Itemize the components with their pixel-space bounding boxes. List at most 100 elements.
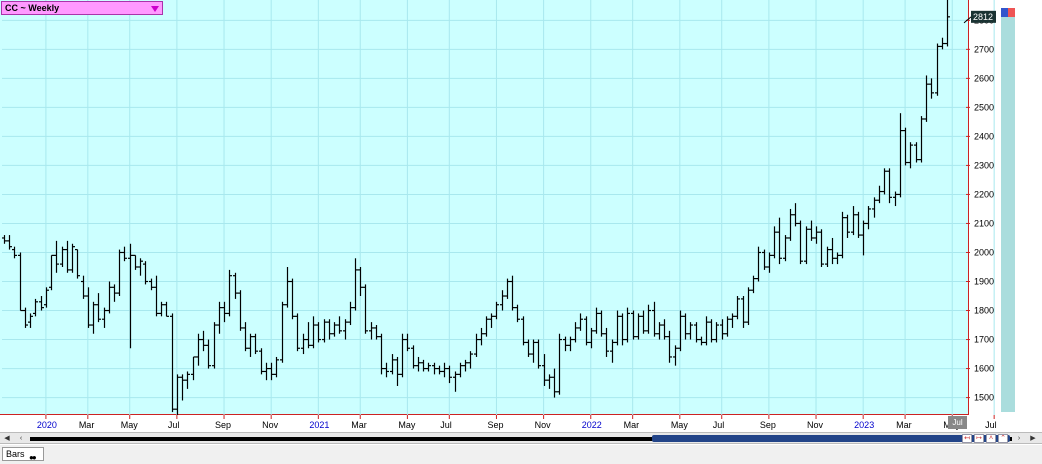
zoom-out-icon[interactable]: ↤ [962, 434, 972, 443]
ohlc-bar [107, 281, 112, 314]
ohlc-bar [636, 313, 641, 340]
ohlc-bar [86, 287, 91, 328]
ohlc-bar [49, 254, 54, 291]
x-tick-label: 2022 [582, 420, 602, 430]
chevron-down-icon[interactable] [151, 6, 159, 12]
scroll-top-icon[interactable]: ⌃ [998, 434, 1008, 443]
ohlc-bar [442, 362, 447, 378]
ohlc-bar [337, 316, 342, 334]
x-tick-label: Jul [985, 420, 997, 430]
ohlc-bar [2, 235, 7, 244]
y-tick-label: 1800 [974, 306, 994, 316]
x-tick-label: 2023 [854, 420, 874, 430]
ohlc-bar [720, 319, 725, 340]
tab-bars[interactable]: Bars ●● [2, 447, 44, 462]
ohlc-bar [489, 313, 494, 328]
ohlc-bar [458, 362, 463, 378]
ohlc-bar [825, 246, 830, 267]
ohlc-bar [343, 319, 348, 340]
ohlc-bar [662, 319, 667, 340]
ohlc-bar [301, 333, 306, 355]
scroll-forward-icon[interactable]: › [1014, 434, 1024, 443]
scroll-thumb[interactable] [652, 435, 1010, 442]
ohlc-bar [819, 229, 824, 267]
ohlc-bar [159, 301, 164, 317]
ohlc-bar [746, 287, 751, 326]
ohlc-bar [374, 325, 379, 340]
symbol-title-dropdown[interactable]: CC ~ Weekly [1, 1, 163, 15]
ohlc-bar [405, 333, 410, 352]
ohlc-bar [589, 327, 594, 349]
x-tick-label: 2021 [309, 420, 329, 430]
ohlc-bar [557, 333, 562, 395]
ohlc-bar [348, 301, 353, 326]
ohlc-bar [332, 322, 337, 337]
ohlc-bar [39, 296, 44, 311]
x-tick-label: Nov [262, 420, 279, 430]
y-tick-label: 2300 [974, 160, 994, 170]
scroll-up-icon[interactable]: ˄ [986, 434, 996, 443]
ohlc-bar [384, 362, 389, 378]
ohlc-bar [468, 351, 473, 369]
ohlc-bar [60, 246, 65, 267]
ohlc-bar [416, 356, 421, 372]
ohlc-bar [295, 313, 300, 352]
ohlc-bar [484, 316, 489, 337]
ohlc-bar [285, 266, 290, 308]
x-tick-label: Sep [215, 420, 231, 430]
ohlc-bar [783, 235, 788, 262]
ohlc-bar [453, 371, 458, 392]
scroll-back-icon[interactable]: ‹ [16, 434, 26, 443]
ohlc-bar [861, 220, 866, 256]
ohlc-bar [945, 0, 950, 47]
ohlc-bar [777, 217, 782, 265]
ohlc-bar [840, 211, 845, 259]
x-tick-label: Mar [624, 420, 640, 430]
y-tick-label: 2000 [974, 247, 994, 257]
ohlc-bar [411, 345, 416, 369]
arrow-left-icon[interactable]: ◀ [2, 434, 12, 443]
y-tick-label: 1700 [974, 335, 994, 345]
ohlc-bar [28, 313, 33, 328]
ohlc-bar [652, 301, 657, 337]
ohlc-bar [149, 278, 154, 291]
ohlc-bar [180, 374, 185, 401]
ohlc-bar [908, 142, 913, 169]
ohlc-bar [667, 330, 672, 363]
ohlc-bar [306, 322, 311, 349]
y-tick-label: 2600 [974, 73, 994, 83]
ohlc-bar [363, 284, 368, 334]
ohlc-bar [835, 252, 840, 265]
ohlc-bar [390, 354, 395, 375]
ohlc-bar [893, 191, 898, 207]
ohlc-bar [400, 333, 405, 378]
ohlc-bar [311, 316, 316, 349]
ohlc-bar [657, 322, 662, 340]
chart-window: 1500 1600 1700 1800 1900 2000 2100 2200 2300 2400… [0, 0, 1042, 464]
ohlc-bar [578, 313, 583, 331]
ohlc-bar [212, 322, 217, 369]
ohlc-bar [526, 339, 531, 357]
y-tick-label: 1900 [974, 277, 994, 287]
arrow-right-icon[interactable]: ▶ [1028, 434, 1038, 443]
ohlc-bar [500, 290, 505, 311]
x-tick-label: Jul [713, 420, 725, 430]
ohlc-bar [474, 333, 479, 357]
ohlc-bar [75, 248, 80, 279]
ohlc-bar [122, 246, 127, 262]
y-tick-label: 1500 [974, 393, 994, 403]
ohlc-bar [830, 237, 835, 265]
ohlc-bar [673, 345, 678, 366]
ohlc-bar [515, 304, 520, 323]
ohlc-bar [620, 313, 625, 346]
ohlc-bar [699, 336, 704, 346]
ohlc-bar [625, 307, 630, 343]
zoom-in-icon[interactable]: ↦ [974, 434, 984, 443]
ohlc-bar [542, 354, 547, 386]
ohlc-bar [772, 226, 777, 259]
time-scrollbar[interactable]: ◀ ‹ › ↤ ↦ ˄ ⌃ ▶ [0, 432, 1042, 444]
ohlc-bar [274, 356, 279, 378]
ohlc-bar [814, 226, 819, 244]
ohlc-bar [70, 243, 75, 273]
y-tick-label: 2700 [974, 44, 994, 54]
